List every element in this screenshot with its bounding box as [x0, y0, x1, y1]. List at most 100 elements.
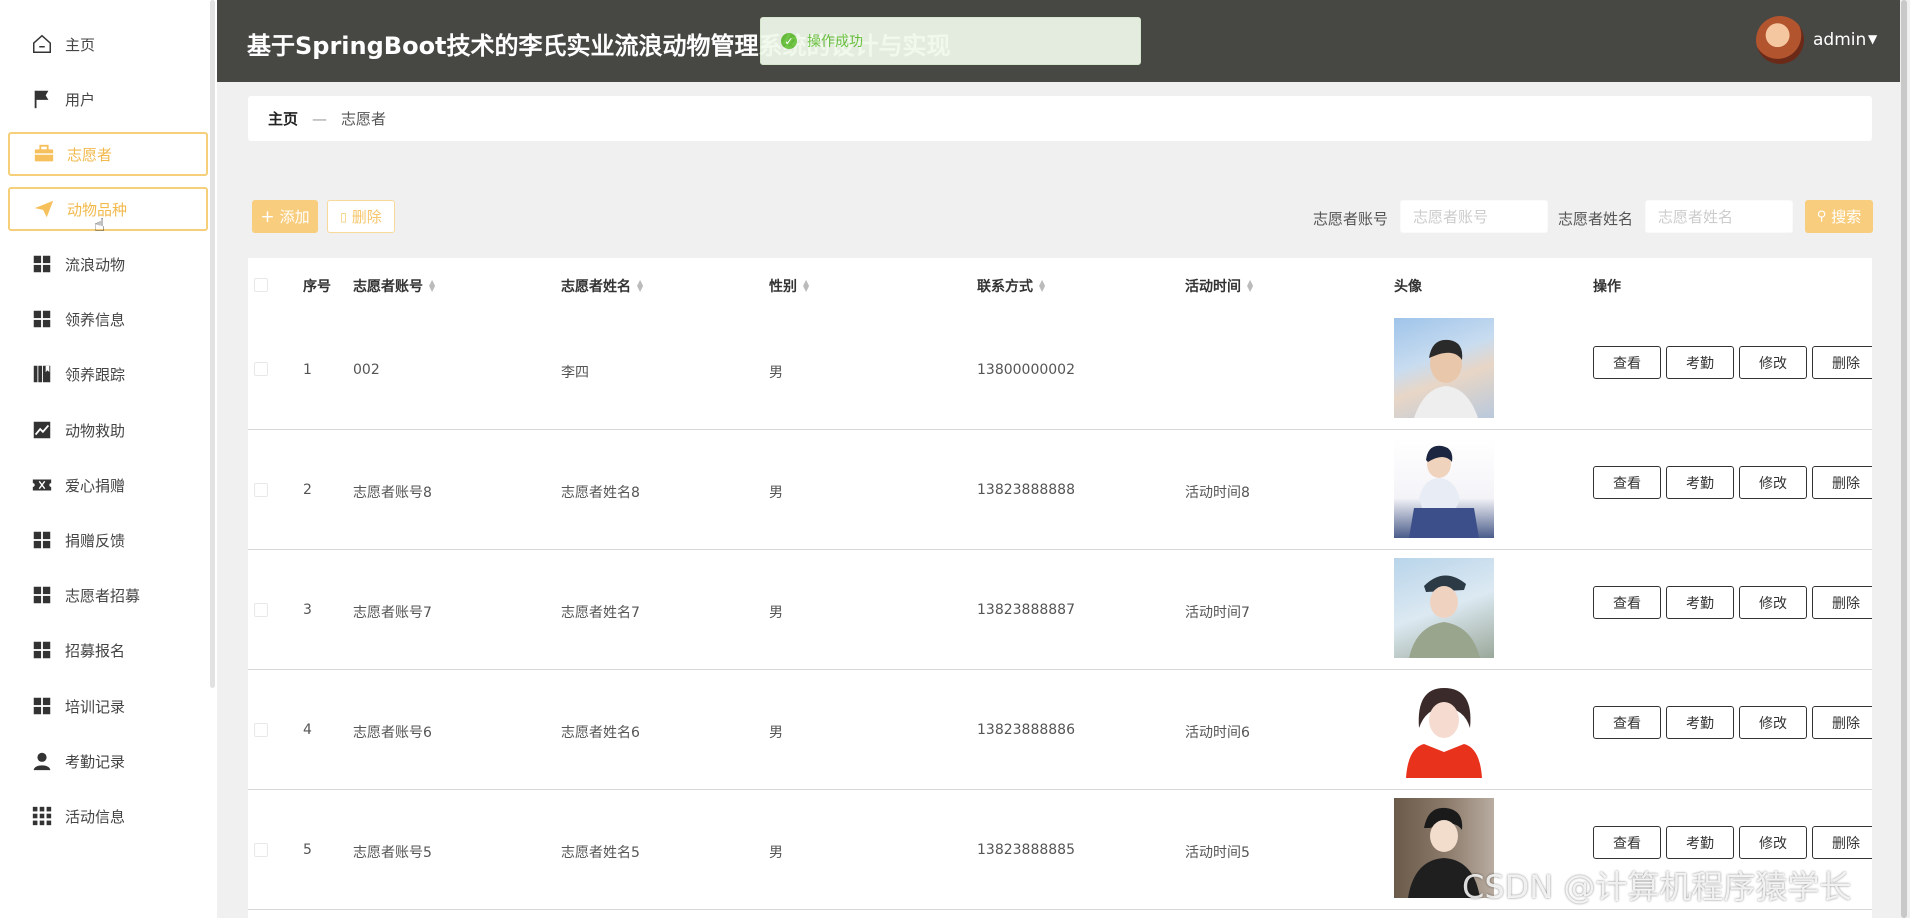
attendance-button[interactable]: 考勤 — [1666, 826, 1734, 859]
username[interactable]: admin — [1813, 30, 1866, 50]
check-circle-icon: ✓ — [781, 33, 797, 49]
sort-icon[interactable]: ▲ ▼ — [429, 279, 435, 293]
cell-contact: 13800000002 — [977, 362, 1075, 378]
search-button[interactable]: ⚲ 搜索 — [1805, 200, 1873, 233]
sidebar-item-label: 捐赠反馈 — [65, 531, 126, 550]
delete-button[interactable]: 删除 — [1812, 346, 1872, 379]
name-search-label: 志愿者姓名 — [1558, 210, 1634, 228]
add-button[interactable]: + 添加 — [252, 200, 318, 233]
name-search-input[interactable] — [1645, 200, 1793, 233]
sort-icon[interactable]: ▲ ▼ — [1039, 279, 1045, 293]
column-header-account[interactable]: 志愿者账号 ▲ ▼ — [353, 276, 435, 296]
sidebar-item-volunteer-recruitment[interactable]: 志愿者招募 — [8, 573, 208, 617]
cell-index: 1 — [303, 362, 312, 378]
cell-activity-time: 活动时间6 — [1185, 725, 1250, 741]
volunteer-photo[interactable] — [1394, 678, 1494, 778]
sort-icon[interactable]: ▲ ▼ — [803, 279, 809, 293]
select-all-checkbox[interactable] — [254, 278, 268, 292]
row-checkbox[interactable] — [254, 843, 268, 857]
home-icon — [31, 33, 53, 55]
delete-button[interactable]: 删除 — [1812, 826, 1872, 859]
attendance-button[interactable]: 考勤 — [1666, 586, 1734, 619]
chart-line-icon — [31, 419, 53, 441]
table-row: 2 志愿者账号8 志愿者姓名8 男 13823888888 活动时间8 查看 考… — [248, 430, 1872, 550]
sidebar-item-label: 领养信息 — [65, 310, 126, 329]
grid-icon — [31, 253, 53, 275]
sidebar-item-attendance-records[interactable]: 考勤记录 — [8, 739, 208, 783]
volunteer-photo[interactable] — [1394, 438, 1494, 538]
attendance-button[interactable]: 考勤 — [1666, 346, 1734, 379]
sidebar-item-label: 爱心捐赠 — [65, 476, 126, 495]
edit-button[interactable]: 修改 — [1739, 706, 1807, 739]
view-button[interactable]: 查看 — [1593, 706, 1661, 739]
cell-contact: 13823888887 — [977, 602, 1075, 618]
edit-button[interactable]: 修改 — [1739, 586, 1807, 619]
sidebar-item-volunteers[interactable]: 志愿者 — [8, 132, 208, 176]
sidebar-item-stray-animals[interactable]: 流浪动物 — [8, 242, 208, 286]
grid-icon — [31, 695, 53, 717]
caret-down-icon[interactable]: ▼ — [1868, 32, 1882, 46]
attendance-button[interactable]: 考勤 — [1666, 706, 1734, 739]
batch-delete-button[interactable]: ▯ 删除 — [327, 200, 395, 233]
avatar[interactable] — [1756, 16, 1804, 64]
delete-button[interactable]: 删除 — [1812, 706, 1872, 739]
sidebar-item-label: 动物救助 — [65, 421, 126, 440]
sidebar-item-donations[interactable]: 爱心捐赠 — [8, 463, 208, 507]
flag-icon — [31, 88, 53, 110]
grid-icon — [31, 639, 53, 661]
column-header-name[interactable]: 志愿者姓名 ▲ ▼ — [561, 276, 643, 296]
row-checkbox[interactable] — [254, 362, 268, 376]
watermark: CSDN @计算机程序猿学长 — [1462, 868, 1852, 906]
cell-gender: 男 — [769, 365, 783, 381]
sidebar-item-adoption-tracking[interactable]: 领养跟踪 — [8, 352, 208, 396]
view-button[interactable]: 查看 — [1593, 346, 1661, 379]
account-search-input[interactable] — [1400, 200, 1548, 233]
trash-icon: ▯ — [340, 209, 347, 224]
sort-icon[interactable]: ▲ ▼ — [637, 279, 643, 293]
sidebar-item-activity-info[interactable]: 活动信息 — [8, 794, 208, 838]
sidebar-item-recruitment-signup[interactable]: 招募报名 — [8, 628, 208, 672]
column-header-activity-time[interactable]: 活动时间 ▲ ▼ — [1185, 276, 1253, 296]
row-checkbox[interactable] — [254, 483, 268, 497]
edit-button[interactable]: 修改 — [1739, 826, 1807, 859]
page-scrollbar[interactable] — [1901, 0, 1907, 918]
sidebar-item-label: 活动信息 — [65, 807, 126, 826]
edit-button[interactable]: 修改 — [1739, 346, 1807, 379]
sidebar-item-training-records[interactable]: 培训记录 — [8, 684, 208, 728]
cell-index: 4 — [303, 722, 312, 738]
sidebar-item-home[interactable]: 主页 — [8, 22, 208, 66]
volunteer-photo[interactable] — [1394, 318, 1494, 418]
breadcrumb-home[interactable]: 主页 — [268, 108, 298, 129]
sidebar-item-users[interactable]: 用户 — [8, 77, 208, 121]
edit-button[interactable]: 修改 — [1739, 466, 1807, 499]
view-button[interactable]: 查看 — [1593, 826, 1661, 859]
cell-gender: 男 — [769, 485, 783, 501]
sidebar-item-donation-feedback[interactable]: 捐赠反馈 — [8, 518, 208, 562]
row-checkbox[interactable] — [254, 603, 268, 617]
cell-contact: 13823888888 — [977, 482, 1075, 498]
sidebar-item-animal-rescue[interactable]: 动物救助 — [8, 408, 208, 452]
sidebar-item-label: 培训记录 — [65, 697, 126, 716]
sidebar-item-adoption-info[interactable]: 领养信息 — [8, 297, 208, 341]
delete-button[interactable]: 删除 — [1812, 466, 1872, 499]
breadcrumb-current: 志愿者 — [341, 110, 387, 128]
view-button[interactable]: 查看 — [1593, 586, 1661, 619]
cell-name: 李四 — [561, 365, 589, 381]
column-header-contact[interactable]: 联系方式 ▲ ▼ — [977, 276, 1045, 296]
column-header-gender[interactable]: 性别 ▲ ▼ — [769, 276, 809, 296]
sort-icon[interactable]: ▲ ▼ — [1247, 279, 1253, 293]
grid-icon — [31, 529, 53, 551]
row-checkbox[interactable] — [254, 723, 268, 737]
sidebar-item-animal-breeds[interactable]: 动物品种 ☝ — [8, 187, 208, 236]
attendance-button[interactable]: 考勤 — [1666, 466, 1734, 499]
cell-account: 志愿者账号7 — [353, 605, 432, 621]
add-button-label: 添加 — [279, 208, 310, 226]
sidebar-scrollbar[interactable] — [210, 0, 215, 688]
toast-message: 操作成功 — [807, 34, 863, 50]
success-toast: ✓ 操作成功 — [760, 17, 1141, 65]
view-button[interactable]: 查看 — [1593, 466, 1661, 499]
cell-contact: 13823888885 — [977, 842, 1075, 858]
delete-button[interactable]: 删除 — [1812, 586, 1872, 619]
cell-contact: 13823888886 — [977, 722, 1075, 738]
volunteer-photo[interactable] — [1394, 558, 1494, 658]
